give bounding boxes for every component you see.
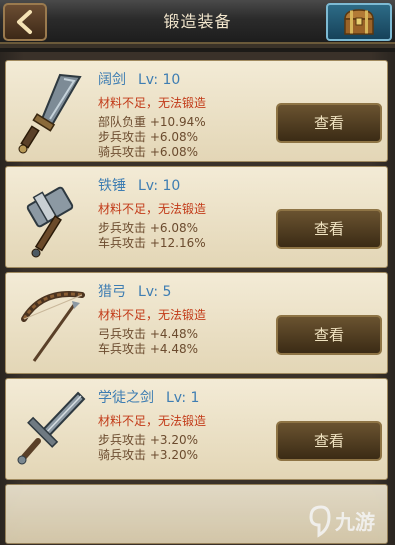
equipment-card-bow: 猎弓 Lv: 5 材料不足，无法锻造 弓兵攻击 +4.48% 车兵攻击 +4.48… xyxy=(5,272,388,374)
view-button[interactable]: 查看 xyxy=(276,209,382,249)
equipment-card-broadsword: 阔剑 Lv: 10 材料不足，无法锻造 部队负重 +10.94% 步兵攻击 +6.… xyxy=(5,60,388,162)
top-bar: 锻造装备 xyxy=(0,0,395,48)
item-name: 猎弓 Lv: 5 xyxy=(98,284,172,300)
stat-line: 车兵攻击 +12.16% xyxy=(98,236,206,250)
material-warning: 材料不足，无法锻造 xyxy=(98,414,207,428)
jiuyou-logo-icon: 九游 xyxy=(309,505,375,538)
material-warning: 材料不足，无法锻造 xyxy=(98,308,207,322)
view-button[interactable]: 查看 xyxy=(276,315,382,355)
item-name: 阔剑 Lv: 10 xyxy=(98,72,181,88)
stat-line: 车兵攻击 +4.48% xyxy=(98,342,198,356)
material-warning: 材料不足，无法锻造 xyxy=(98,96,207,110)
stat-line: 骑兵攻击 +3.20% xyxy=(98,448,198,462)
broadsword-icon xyxy=(18,73,82,154)
equipment-card-hammer: 铁锤 Lv: 10 材料不足，无法锻造 步兵攻击 +6.08% 车兵攻击 +12.… xyxy=(5,166,388,268)
equipment-list: 阔剑 Lv: 10 材料不足，无法锻造 部队负重 +10.94% 步兵攻击 +6.… xyxy=(0,52,395,545)
view-button[interactable]: 查看 xyxy=(276,421,382,461)
hunting-bow-icon xyxy=(21,291,85,362)
stat-line: 骑兵攻击 +6.08% xyxy=(98,145,198,159)
treasure-chest-button[interactable] xyxy=(326,3,392,41)
treasure-chest-icon xyxy=(344,9,374,35)
equipment-card-apprentice-sword: 学徒之剑 Lv: 1 材料不足，无法锻造 步兵攻击 +3.20% 骑兵攻击 +3.… xyxy=(5,378,388,480)
material-warning: 材料不足，无法锻造 xyxy=(98,202,207,216)
apprentice-sword-icon xyxy=(17,391,86,465)
watermark-text: 九游 xyxy=(334,510,375,534)
view-button[interactable]: 查看 xyxy=(276,103,382,143)
item-name: 学徒之剑 Lv: 1 xyxy=(98,390,200,406)
hammer-icon xyxy=(26,186,74,258)
item-name: 铁锤 Lv: 10 xyxy=(98,178,181,194)
